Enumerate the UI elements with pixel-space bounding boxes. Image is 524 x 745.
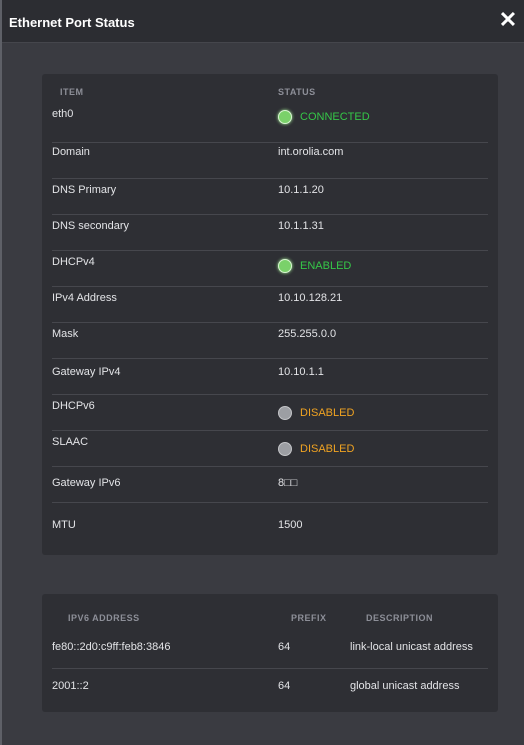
table-row-ipv4-address: IPv4 Address 10.10.128.21 bbox=[52, 286, 488, 323]
prefix-value: 64 bbox=[278, 680, 291, 692]
row-item-label: IPv4 Address bbox=[52, 292, 117, 304]
row-status-value: 255.255.0.0 bbox=[278, 328, 337, 340]
row-status-value: 10.1.1.20 bbox=[278, 184, 324, 196]
disabled-indicator-icon bbox=[278, 442, 292, 456]
row-status-value: int.orolia.com bbox=[278, 146, 344, 158]
table-row: 2001::2 64 global unicast address bbox=[52, 668, 488, 705]
table-row-gateway-ipv6: Gateway IPv6 8□□ bbox=[52, 466, 488, 503]
row-item-label: Gateway IPv4 bbox=[52, 366, 121, 378]
table-row-slaac: SLAAC DISABLED bbox=[52, 430, 488, 467]
row-item-label: DNS Primary bbox=[52, 184, 117, 196]
item-column-header: ITEM bbox=[60, 87, 84, 97]
status-table: ITEM STATUS eth0 CONNECTED Domain int.or… bbox=[42, 74, 498, 555]
row-status-value: ENABLED bbox=[300, 260, 352, 272]
table-row-domain: Domain int.orolia.com bbox=[52, 142, 488, 179]
row-item-label: DNS secondary bbox=[52, 220, 130, 232]
table-row-dhcpv6: DHCPv6 DISABLED bbox=[52, 394, 488, 431]
enabled-indicator-icon bbox=[278, 259, 292, 273]
row-status-value: 10.10.128.21 bbox=[278, 292, 343, 304]
disabled-indicator-icon bbox=[278, 406, 292, 420]
table-row-mask: Mask 255.255.0.0 bbox=[52, 322, 488, 359]
table-row-eth0: eth0 CONNECTED bbox=[52, 106, 488, 143]
row-status-value: 10.10.1.1 bbox=[278, 366, 324, 378]
table-row-mtu: MTU 1500 bbox=[52, 502, 488, 538]
status-column-header: STATUS bbox=[278, 87, 316, 97]
table-row-dns-primary: DNS Primary 10.1.1.20 bbox=[52, 178, 488, 215]
description-value: global unicast address bbox=[350, 680, 460, 692]
table-row-dhcpv4: DHCPv4 ENABLED bbox=[52, 250, 488, 287]
row-item-label: eth0 bbox=[52, 108, 74, 120]
description-column-header: DESCRIPTION bbox=[366, 613, 434, 623]
row-item-label: SLAAC bbox=[52, 436, 89, 448]
table-row: fe80::2d0:c9ff:feb8:3846 64 link-local u… bbox=[52, 631, 488, 669]
row-status-value: CONNECTED bbox=[300, 111, 370, 123]
ipv6-address-column-header: IPV6 ADDRESS bbox=[68, 613, 140, 623]
row-item-label: Domain bbox=[52, 146, 90, 158]
row-item-label: Gateway IPv6 bbox=[52, 477, 121, 489]
row-status-value: 8□□ bbox=[278, 477, 298, 489]
row-item-label: Mask bbox=[52, 328, 79, 340]
prefix-column-header: PREFIX bbox=[291, 613, 327, 623]
dialog-title: Ethernet Port Status bbox=[9, 15, 135, 30]
description-value: link-local unicast address bbox=[350, 641, 473, 653]
ipv6-address-value: fe80::2d0:c9ff:feb8:3846 bbox=[52, 641, 171, 653]
row-item-label: DHCPv6 bbox=[52, 400, 95, 412]
dialog-titlebar: Ethernet Port Status ✕ bbox=[2, 0, 524, 43]
row-status-value: DISABLED bbox=[300, 407, 355, 419]
row-status-value: DISABLED bbox=[300, 443, 355, 455]
ethernet-port-status-dialog: Ethernet Port Status ✕ ITEM STATUS eth0 … bbox=[2, 0, 524, 745]
ipv6-address-value: 2001::2 bbox=[52, 680, 89, 692]
ipv6-address-table: IPV6 ADDRESS PREFIX DESCRIPTION fe80::2d… bbox=[42, 594, 498, 712]
row-item-label: MTU bbox=[52, 519, 76, 531]
close-icon[interactable]: ✕ bbox=[497, 9, 519, 31]
prefix-value: 64 bbox=[278, 641, 291, 653]
connected-indicator-icon bbox=[278, 110, 292, 124]
table-row-dns-secondary: DNS secondary 10.1.1.31 bbox=[52, 214, 488, 251]
row-item-label: DHCPv4 bbox=[52, 256, 95, 268]
row-status-value: 10.1.1.31 bbox=[278, 220, 324, 232]
row-status-value: 1500 bbox=[278, 519, 303, 531]
table-row-gateway-ipv4: Gateway IPv4 10.10.1.1 bbox=[52, 358, 488, 395]
